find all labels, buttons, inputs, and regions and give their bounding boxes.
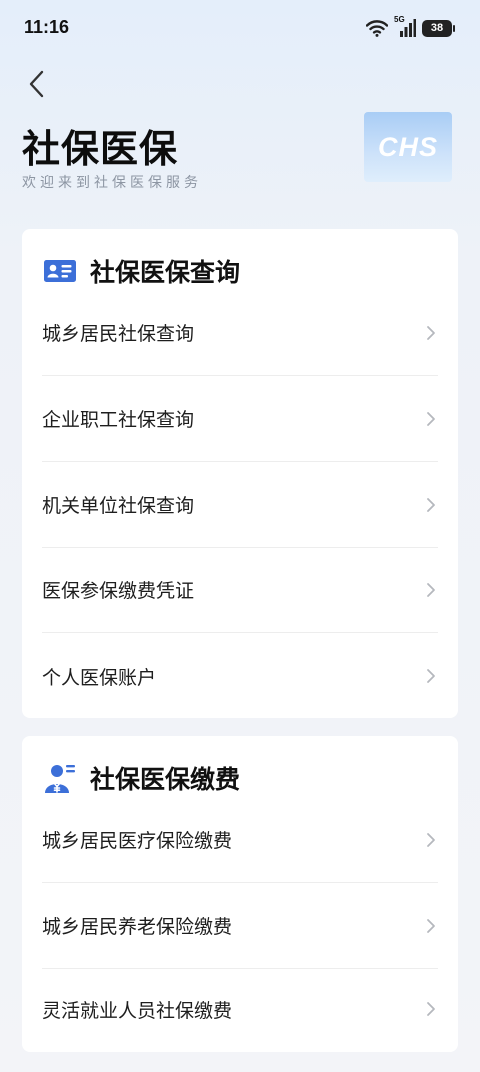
query-section-card: 社保医保查询 城乡居民社保查询 企业职工社保查询 机关单位社保查询 医保参保缴费…	[22, 229, 458, 718]
chs-logo: CHS	[364, 112, 452, 182]
query-section-title: 社保医保查询	[90, 258, 241, 287]
chevron-right-icon	[426, 918, 438, 934]
chevron-left-icon	[29, 70, 44, 98]
list-item-label: 城乡居民社保查询	[42, 323, 195, 345]
chs-logo-mark: CHS	[378, 132, 438, 162]
list-item-personal-medical-account[interactable]: 个人医保账户	[42, 633, 438, 719]
chevron-right-icon	[426, 582, 438, 598]
battery-icon: 38	[422, 19, 455, 37]
list-item-government-social-query[interactable]: 机关单位社保查询	[42, 462, 438, 548]
payment-section-title: 社保医保缴费	[90, 765, 241, 794]
id-card-icon	[44, 260, 76, 282]
chevron-right-icon	[426, 668, 438, 684]
back-button[interactable]	[22, 68, 50, 100]
status-icons: 5G 38	[366, 15, 455, 39]
list-item-urban-rural-pension-payment[interactable]: 城乡居民养老保险缴费	[42, 883, 438, 969]
list-item-enterprise-social-query[interactable]: 企业职工社保查询	[42, 376, 438, 462]
list-item-label: 机关单位社保查询	[42, 495, 195, 517]
list-item-flexible-employment-payment[interactable]: 灵活就业人员社保缴费	[42, 966, 438, 1052]
user-payment-icon	[45, 765, 75, 793]
chevron-right-icon	[426, 832, 438, 848]
chevron-right-icon	[426, 411, 438, 427]
battery-level: 38	[430, 22, 444, 34]
list-item-label: 灵活就业人员社保缴费	[42, 999, 233, 1022]
chevron-right-icon	[426, 325, 438, 341]
status-time: 11:16	[24, 17, 70, 37]
status-bar: 11:16 5G 38	[0, 0, 480, 56]
page-subtitle: 欢迎来到社保医保服务	[22, 175, 202, 191]
list-item-label: 城乡居民养老保险缴费	[42, 916, 233, 938]
list-item-label: 企业职工社保查询	[42, 409, 195, 431]
list-item-label: 城乡居民医疗保险缴费	[42, 830, 233, 852]
chs-logo-text: CHS	[378, 132, 438, 162]
cellular-signal-icon: 5G	[394, 15, 416, 39]
chevron-right-icon	[426, 1001, 438, 1017]
list-item-label: 医保参保缴费凭证	[42, 580, 195, 602]
query-section-header: 社保医保查询	[44, 253, 240, 289]
list-item-urban-rural-social-query[interactable]: 城乡居民社保查询	[42, 290, 438, 376]
wifi-icon	[366, 20, 388, 37]
payment-section-card: 社保医保缴费 城乡居民医疗保险缴费 城乡居民养老保险缴费 灵活就业人员社保缴费	[22, 736, 458, 1052]
list-item-urban-rural-medical-payment[interactable]: 城乡居民医疗保险缴费	[42, 797, 438, 883]
list-item-medical-payment-voucher[interactable]: 医保参保缴费凭证	[42, 547, 438, 633]
payment-section-header: 社保医保缴费	[44, 760, 240, 796]
page-title: 社保医保	[22, 127, 179, 171]
list-item-label: 个人医保账户	[42, 666, 157, 689]
chevron-right-icon	[426, 497, 438, 513]
